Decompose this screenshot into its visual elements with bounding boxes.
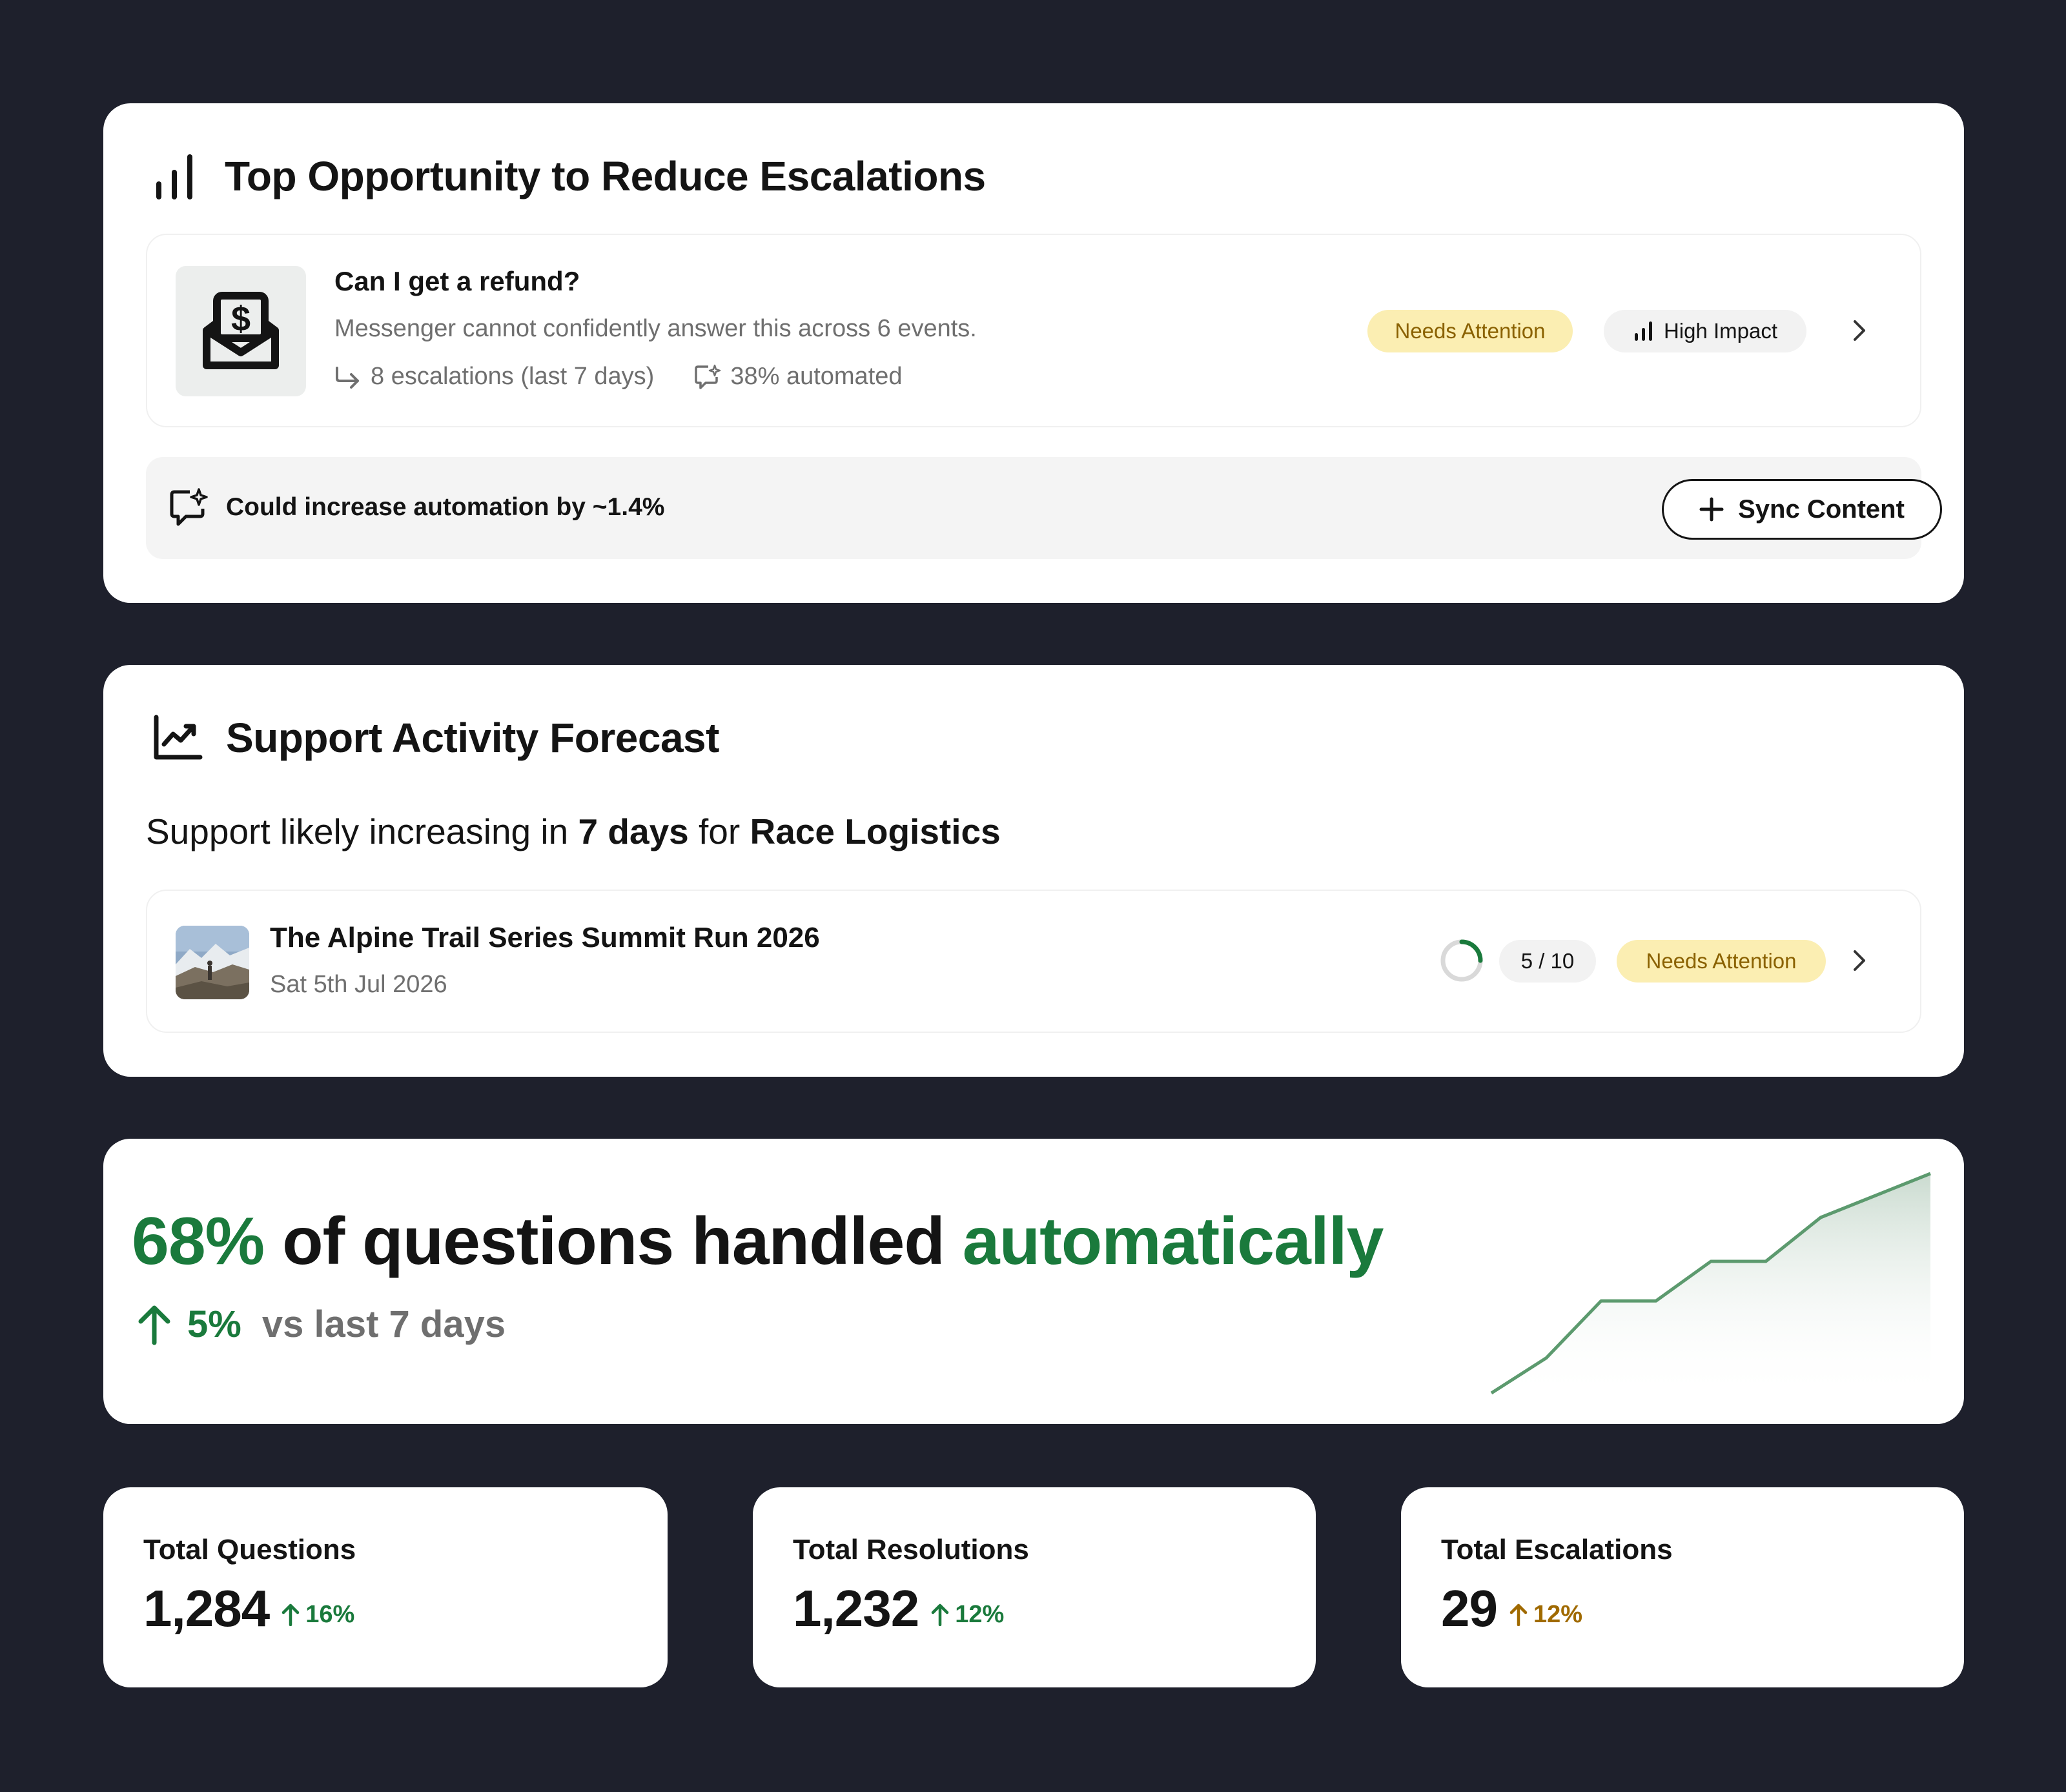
opportunity-card: Top Opportunity to Reduce Escalations $ … bbox=[103, 103, 1964, 603]
question-meta: 8 escalations (last 7 days) 38% automate… bbox=[334, 363, 903, 391]
chevron-right-icon[interactable] bbox=[1846, 318, 1872, 343]
sync-content-button[interactable]: Sync Content bbox=[1662, 479, 1942, 540]
event-progress-count: 5 / 10 bbox=[1499, 940, 1596, 983]
question-description: Messenger cannot confidently answer this… bbox=[334, 315, 977, 342]
question-title: Can I get a refund? bbox=[334, 266, 580, 296]
automation-hint-bar: Could increase automation by ~1.4% Sync … bbox=[146, 457, 1942, 559]
automation-card: 68% of questions handled automatically 5… bbox=[103, 1139, 1964, 1424]
stat-label: Total Resolutions bbox=[793, 1534, 1029, 1565]
arrow-up-icon bbox=[138, 1305, 170, 1345]
forecast-mid: for bbox=[699, 811, 741, 851]
automation-headline: 68% of questions handled automatically bbox=[132, 1203, 1384, 1280]
automated-percent: 38% automated bbox=[730, 363, 903, 390]
bar-chart-icon bbox=[156, 154, 192, 199]
stat-delta: 16% bbox=[281, 1601, 354, 1629]
automation-delta: 5% vs last 7 days bbox=[137, 1303, 506, 1346]
trend-area bbox=[1491, 1174, 1930, 1400]
forecast-card: Support Activity Forecast Support likely… bbox=[103, 665, 1964, 1077]
automation-hint-text: Could increase automation by ~1.4% bbox=[226, 493, 665, 521]
event-row[interactable]: The Alpine Trail Series Summit Run 2026 … bbox=[146, 890, 1921, 1033]
automation-delta-label: vs last 7 days bbox=[261, 1303, 506, 1345]
escalations-count: 8 escalations (last 7 days) bbox=[371, 363, 655, 390]
event-date: Sat 5th Jul 2026 bbox=[270, 971, 447, 998]
automation-middle: of questions handled bbox=[282, 1204, 945, 1279]
stat-card-escalations: Total Escalations 29 12% bbox=[1401, 1487, 1964, 1687]
sparkle-chat-icon bbox=[170, 488, 208, 526]
refund-envelope-icon: $ bbox=[176, 266, 306, 396]
stat-value: 29 bbox=[1441, 1580, 1498, 1637]
stat-card-resolutions: Total Resolutions 1,232 12% bbox=[753, 1487, 1316, 1687]
stat-delta-value: 16% bbox=[305, 1600, 355, 1628]
stat-value: 1,284 bbox=[143, 1580, 270, 1637]
arrow-up-icon bbox=[931, 1604, 949, 1626]
event-needs-attention-badge: Needs Attention bbox=[1617, 940, 1826, 983]
forecast-summary: Support likely increasing in 7 days for … bbox=[146, 811, 1001, 852]
forecast-header: Support Activity Forecast bbox=[152, 708, 719, 768]
event-thumbnail bbox=[176, 926, 249, 999]
svg-text:$: $ bbox=[231, 300, 251, 338]
impact-bars-icon bbox=[1634, 321, 1652, 341]
automation-tail: automatically bbox=[962, 1204, 1384, 1279]
forecast-title: Support Activity Forecast bbox=[226, 715, 719, 761]
escalate-arrow-icon bbox=[336, 366, 359, 389]
automation-trend-chart bbox=[1490, 1172, 1931, 1400]
opportunity-title: Top Opportunity to Reduce Escalations bbox=[225, 153, 986, 199]
trend-chart-icon bbox=[154, 715, 203, 760]
stat-label: Total Escalations bbox=[1441, 1534, 1673, 1565]
arrow-up-icon bbox=[1509, 1604, 1528, 1626]
arrow-up-icon bbox=[281, 1604, 300, 1626]
stat-card-questions: Total Questions 1,284 16% bbox=[103, 1487, 668, 1687]
automation-delta-value: 5% bbox=[187, 1303, 241, 1345]
stat-delta: 12% bbox=[1509, 1601, 1582, 1629]
event-title: The Alpine Trail Series Summit Run 2026 bbox=[270, 922, 820, 953]
sync-content-label: Sync Content bbox=[1738, 494, 1905, 524]
question-row[interactable]: $ Can I get a refund? Messenger cannot c… bbox=[146, 234, 1921, 427]
chevron-right-icon[interactable] bbox=[1846, 948, 1872, 973]
stat-value: 1,232 bbox=[793, 1580, 919, 1637]
forecast-category: Race Logistics bbox=[750, 811, 1001, 851]
plus-icon bbox=[1699, 497, 1724, 522]
automation-percent: 68% bbox=[132, 1204, 265, 1279]
stat-delta-value: 12% bbox=[955, 1600, 1005, 1628]
high-impact-badge: High Impact bbox=[1604, 310, 1806, 352]
opportunity-header: Top Opportunity to Reduce Escalations bbox=[152, 146, 986, 207]
automation-chat-icon bbox=[695, 364, 721, 389]
stat-label: Total Questions bbox=[143, 1534, 356, 1565]
progress-ring bbox=[1440, 939, 1483, 982]
needs-attention-badge: Needs Attention bbox=[1367, 310, 1573, 352]
stat-delta: 12% bbox=[930, 1601, 1004, 1629]
high-impact-label: High Impact bbox=[1663, 319, 1778, 343]
forecast-prefix: Support likely increasing in bbox=[146, 811, 569, 851]
stat-delta-value: 12% bbox=[1533, 1600, 1583, 1628]
forecast-days: 7 days bbox=[578, 811, 689, 851]
